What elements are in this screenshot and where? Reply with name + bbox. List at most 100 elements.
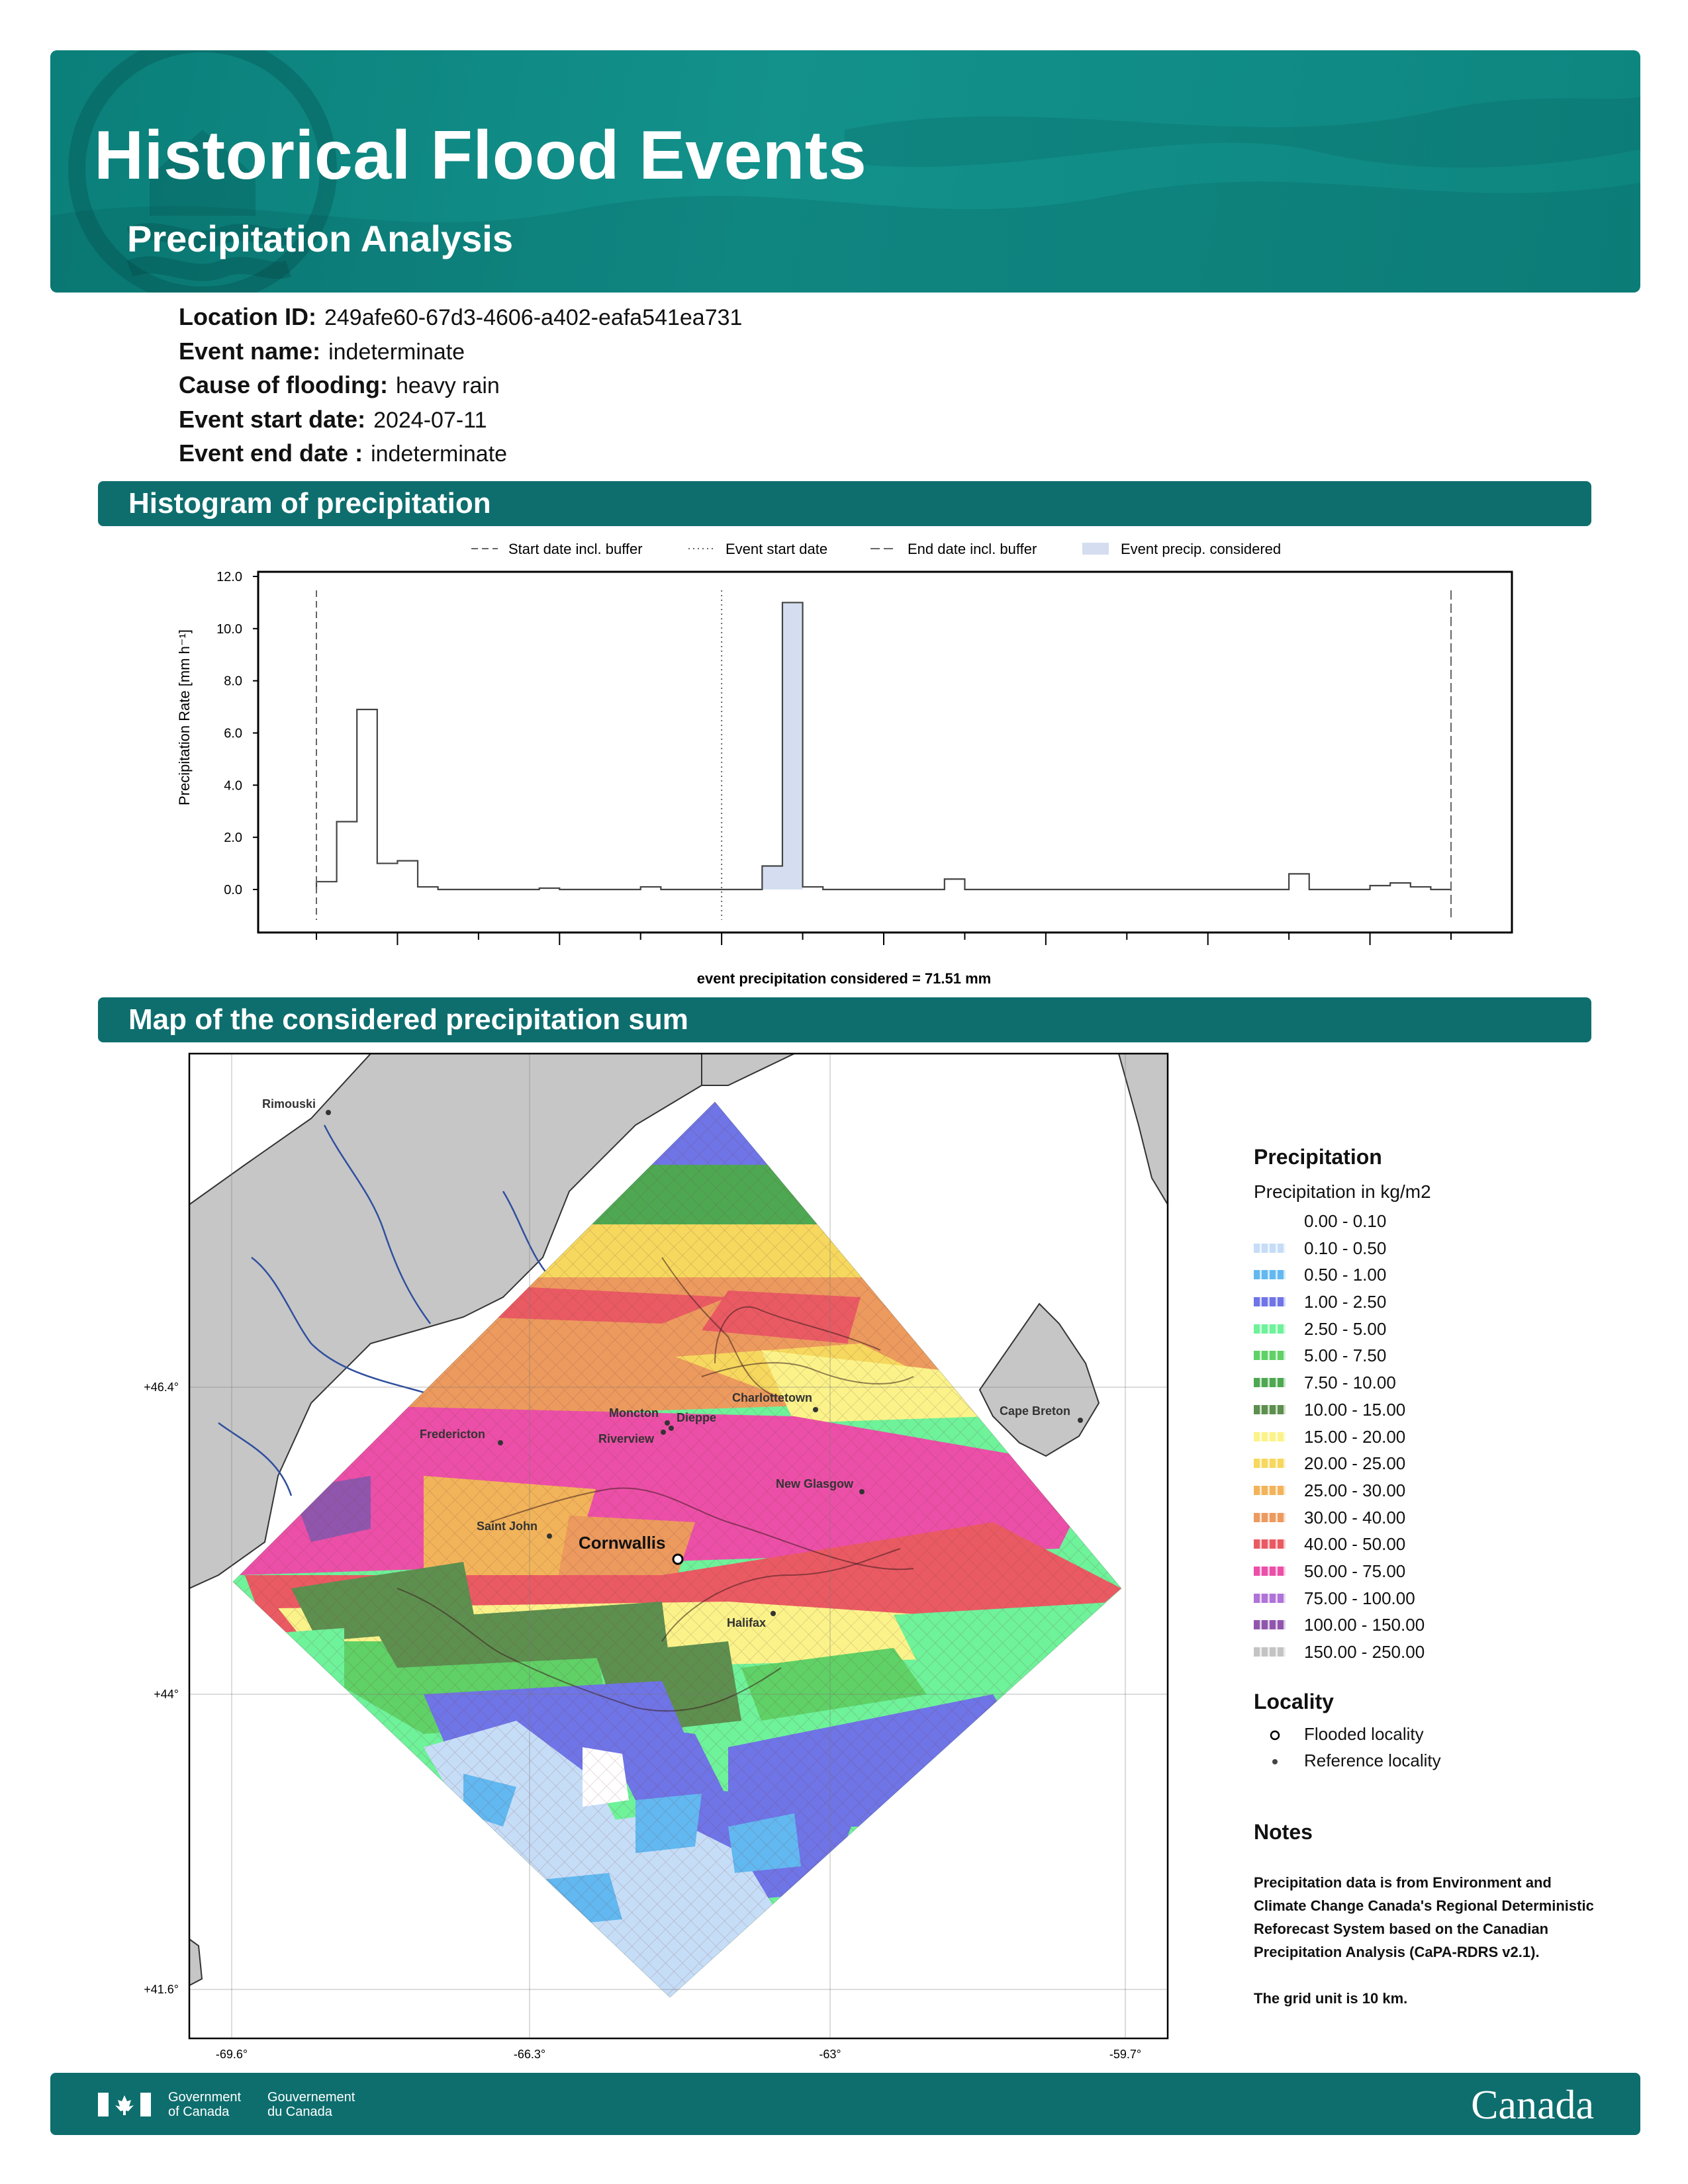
legend-flooded-label: Flooded locality [1304, 1723, 1424, 1744]
legend-swatch [1254, 1324, 1286, 1334]
flooded-locality-label: Cornwallis [579, 1533, 665, 1553]
legend-swatch [1254, 1593, 1286, 1603]
flooded-locality-icon [1270, 1730, 1280, 1740]
locality-label: New Glasgow [776, 1477, 854, 1490]
notes-text: Precipitation data is from Environment a… [1254, 1874, 1594, 1960]
legend-classes: 0.00 - 0.10 0.10 - 0.50 0.50 - 1.00 1.00 - … [1254, 1208, 1624, 1666]
legend-class-label: 15.00 - 20.00 [1304, 1426, 1406, 1447]
notes-grid: The grid unit is 10 km. [1254, 1989, 1408, 2007]
footer: Government of Canada Gouvernement du Can… [50, 2073, 1640, 2135]
locality-label: Charlottetown [732, 1391, 812, 1404]
lon-label: -59.7° [1109, 2048, 1141, 2061]
legend-swatch [1254, 1566, 1286, 1576]
legend-class-row: 10.00 - 15.00 [1254, 1396, 1624, 1424]
flooded-locality-marker [672, 1553, 684, 1565]
legend-class-row: 5.00 - 7.50 [1254, 1342, 1624, 1369]
locality-label: Dieppe [677, 1411, 716, 1424]
locality-label: Saint John [477, 1520, 538, 1533]
legend-class-label: 1.00 - 2.50 [1304, 1292, 1387, 1312]
legend-swatch [1254, 1351, 1286, 1361]
canada-flag-icon [98, 2093, 151, 2116]
legend-class-row: 75.00 - 100.00 [1254, 1585, 1624, 1612]
legend-swatch [1254, 1459, 1286, 1469]
legend-swatch [1254, 1620, 1286, 1630]
legend-class-row: 15.00 - 20.00 [1254, 1424, 1624, 1451]
legend-swatch [1254, 1539, 1286, 1549]
legend-reference-label: Reference locality [1304, 1750, 1441, 1770]
legend-class-label: 30.00 - 40.00 [1304, 1507, 1406, 1527]
legend-class-row: 30.00 - 40.00 [1254, 1504, 1624, 1531]
locality-label: Halifax [727, 1616, 766, 1629]
lon-label: -63° [819, 2048, 841, 2061]
legend-swatch [1254, 1243, 1286, 1253]
legend-class-row: 20.00 - 25.00 [1254, 1450, 1624, 1477]
legend-class-row: 0.10 - 0.50 [1254, 1235, 1624, 1262]
legend-class-label: 100.00 - 150.00 [1304, 1615, 1425, 1635]
locality-marker-cape-breton [1078, 1418, 1083, 1423]
locality-label: Fredericton [420, 1428, 485, 1441]
gov-en-signature: Government of Canada [168, 2090, 242, 2119]
legend-class-row: 1.00 - 2.50 [1254, 1289, 1624, 1316]
locality-legend-title: Locality [1254, 1689, 1334, 1713]
legend-reference-locality: Reference locality [1254, 1747, 1624, 1774]
map-legend: Precipitation Precipitation in kg/m2 0.0… [1254, 1145, 1624, 2033]
legend-swatch [1254, 1270, 1286, 1280]
locality-marker-new-glasgow [859, 1489, 865, 1494]
legend-swatch [1254, 1647, 1286, 1657]
legend-class-row: 40.00 - 50.00 [1254, 1531, 1624, 1558]
legend-class-row: 7.50 - 10.00 [1254, 1369, 1624, 1396]
legend-class-row: 150.00 - 250.00 [1254, 1639, 1624, 1666]
legend-class-label: 10.00 - 15.00 [1304, 1399, 1406, 1420]
legend-class-label: 2.50 - 5.00 [1304, 1318, 1387, 1339]
reference-locality-icon [1272, 1758, 1278, 1764]
legend-class-row: 100.00 - 150.00 [1254, 1612, 1624, 1639]
locality-marker-riverview [661, 1430, 666, 1435]
legend-class-label: 50.00 - 75.00 [1304, 1561, 1406, 1581]
locality-label: Rimouski [262, 1097, 316, 1111]
legend-swatch [1254, 1404, 1286, 1414]
locality-label: Riverview [598, 1432, 655, 1445]
notes-body: Precipitation data is from Environment a… [1254, 1871, 1605, 2010]
legend-class-label: 5.00 - 7.50 [1304, 1345, 1387, 1366]
legend-class-label: 0.10 - 0.50 [1304, 1238, 1387, 1258]
legend-class-row: 2.50 - 5.00 [1254, 1316, 1624, 1343]
legend-flooded-locality: Flooded locality [1254, 1721, 1624, 1747]
legend-class-row: 0.00 - 0.10 [1254, 1208, 1624, 1235]
notes-title: Notes [1254, 1819, 1313, 1844]
legend-class-label: 0.00 - 0.10 [1304, 1211, 1387, 1231]
legend-swatch [1254, 1216, 1286, 1226]
legend-class-label: 20.00 - 25.00 [1304, 1453, 1406, 1474]
locality-marker-charlottetown [813, 1407, 818, 1412]
lat-label: +41.6° [144, 1983, 179, 1996]
gov-fr-signature: Gouvernement du Canada [267, 2090, 355, 2119]
locality-marker-moncton [665, 1420, 670, 1426]
legend-swatch [1254, 1512, 1286, 1522]
legend-class-row: 50.00 - 75.00 [1254, 1558, 1624, 1585]
lat-label: +44° [154, 1688, 179, 1701]
legend-swatch [1254, 1432, 1286, 1441]
legend-class-label: 150.00 - 250.00 [1304, 1642, 1425, 1662]
legend-class-label: 7.50 - 10.00 [1304, 1373, 1396, 1393]
legend-class-row: 25.00 - 30.00 [1254, 1477, 1624, 1504]
locality-marker-saint-john [547, 1533, 552, 1539]
legend-swatch [1254, 1485, 1286, 1495]
locality-marker-rimouski [326, 1110, 331, 1115]
locality-marker-fredericton [498, 1440, 503, 1445]
legend-class-label: 0.50 - 1.00 [1304, 1265, 1387, 1285]
legend-swatch [1254, 1378, 1286, 1388]
locality-label: Moncton [609, 1406, 659, 1420]
locality-marker-halifax [771, 1611, 776, 1616]
lat-label: +46.4° [144, 1381, 179, 1394]
legend-subtitle: Precipitation in kg/m2 [1254, 1181, 1431, 1202]
legend-class-label: 25.00 - 30.00 [1304, 1480, 1406, 1500]
legend-class-label: 40.00 - 50.00 [1304, 1534, 1406, 1555]
lon-label: -66.3° [514, 2048, 545, 2061]
legend-class-label: 75.00 - 100.00 [1304, 1588, 1415, 1608]
canada-wordmark: Canada [1471, 2083, 1594, 2128]
legend-swatch [1254, 1297, 1286, 1307]
lon-label: -69.6° [216, 2048, 248, 2061]
legend-class-row: 0.50 - 1.00 [1254, 1261, 1624, 1289]
locality-marker-dieppe [669, 1426, 674, 1431]
locality-label: Cape Breton [1000, 1404, 1070, 1418]
legend-title: Precipitation [1254, 1145, 1382, 1169]
